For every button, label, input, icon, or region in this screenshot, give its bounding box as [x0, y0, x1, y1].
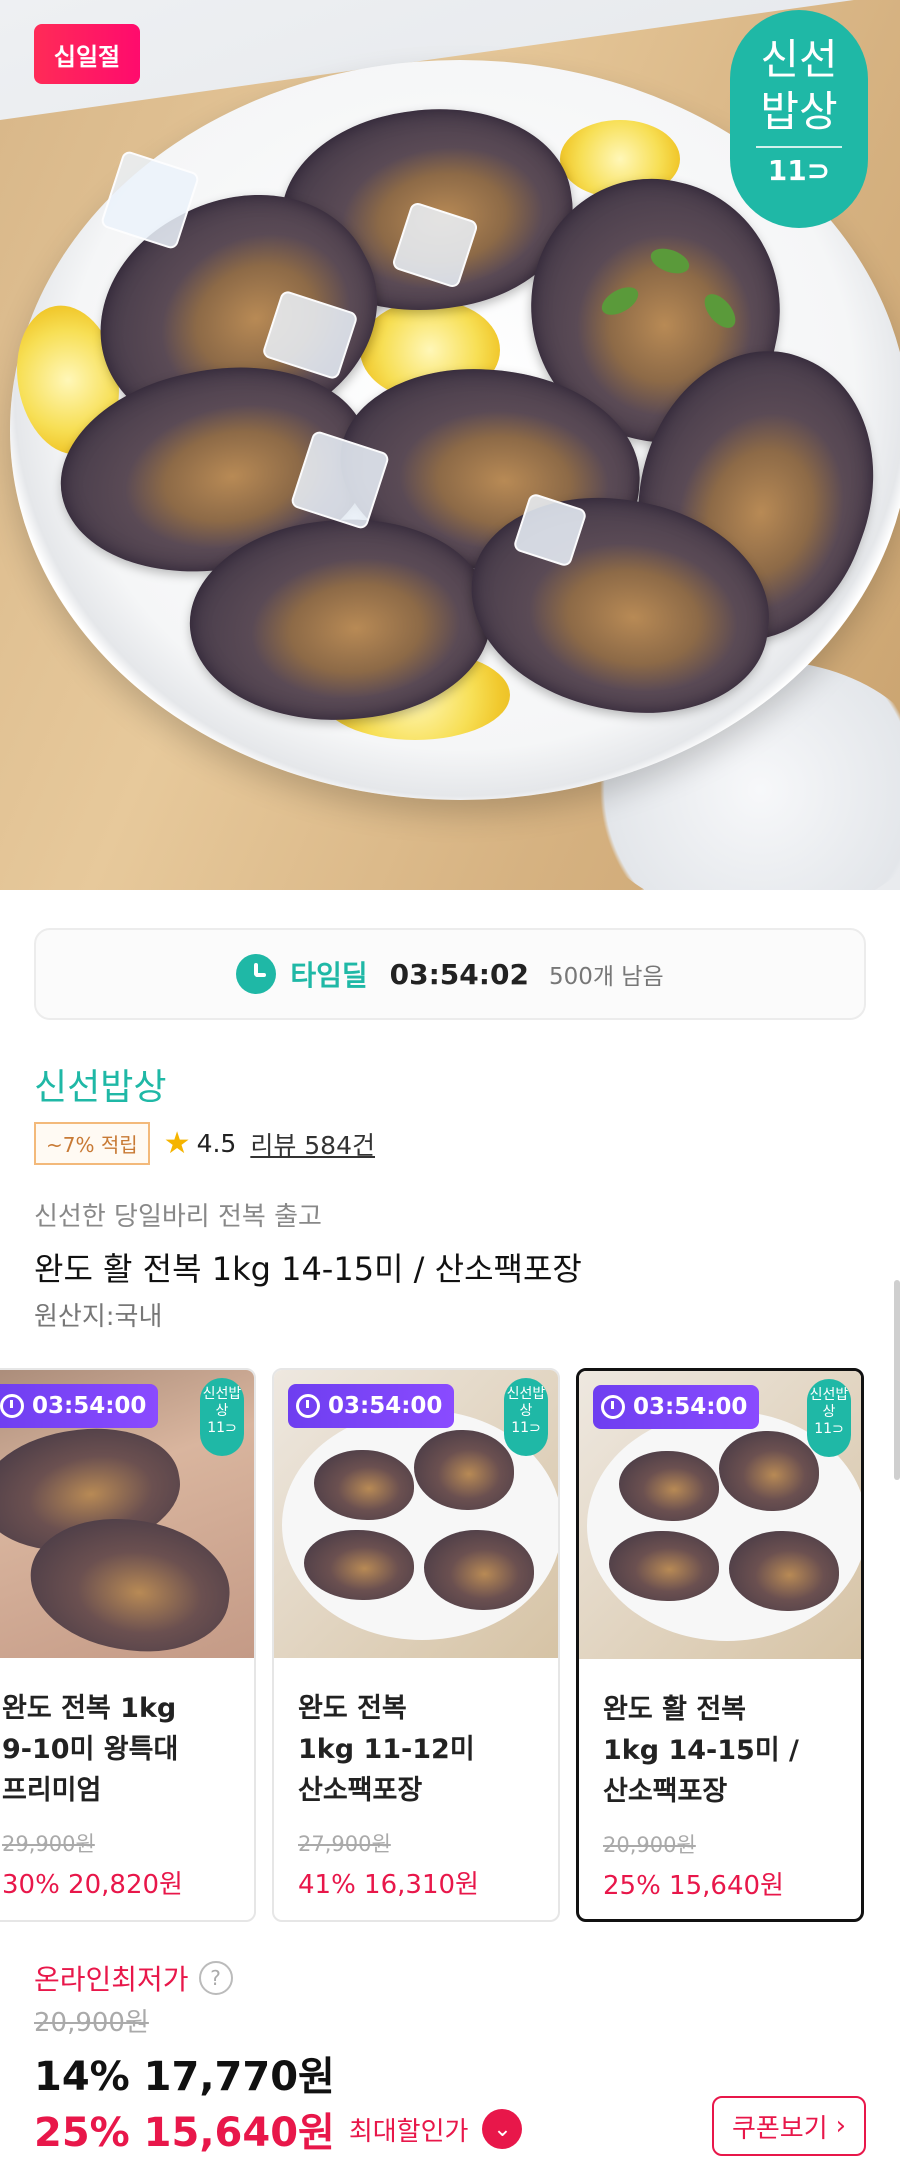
reviews-link[interactable]: 리뷰 584건: [250, 1126, 375, 1162]
lowest-price-row: 온라인최저가 ?: [34, 1958, 233, 1998]
product-hero-image[interactable]: 십일절 신선 밥상 11⊃: [0, 0, 900, 890]
option-original-price: 27,900원: [298, 1832, 391, 1856]
option-sale-price: 41% 16,310원: [298, 1870, 479, 1900]
chevron-down-icon[interactable]: ⌄: [482, 2109, 523, 2149]
mini-brand-label: 신선밥상: [202, 1386, 242, 1419]
option-original-price: 20,900원: [603, 1833, 696, 1857]
time-deal-countdown: 03:54:02: [389, 957, 529, 991]
option-original-price: 29,900원: [2, 1832, 95, 1856]
clock-icon: [0, 1394, 24, 1418]
product-subtitle: 신선한 당일바리 전복 출고: [34, 1202, 322, 1232]
points-badge: ~7% 적립: [34, 1122, 150, 1165]
option-timer-badge: 03:54:00: [288, 1384, 455, 1428]
lowest-price-label: 온라인최저가: [34, 1963, 189, 1996]
mini-brand-badge: 신선밥상 11⊃: [504, 1378, 548, 1456]
product-meta-row: ~7% 적립 ★ 4.5 리뷰 584건: [34, 1122, 375, 1165]
max-discount-label: 최대할인가: [348, 2116, 469, 2147]
original-price: 20,900원: [34, 2008, 149, 2038]
current-price: 14% 17,770원: [34, 2054, 335, 2100]
time-deal-label: 타임딜: [290, 959, 368, 992]
option-name-line: 산소팩포장: [298, 1775, 423, 1806]
product-title: 완도 활 전복 1kg 14-15미 / 산소팩포장: [34, 1250, 582, 1288]
mini-brand-badge: 신선밥상 11⊃: [807, 1379, 851, 1457]
option-card-selected[interactable]: 03:54:00 신선밥상 11⊃ 완도 활 전복 1kg 14-15미 / 산…: [576, 1368, 864, 1922]
sale-event-badge: 십일절: [34, 24, 140, 84]
clock-icon: [601, 1395, 625, 1419]
rating-value: 4.5: [196, 1129, 237, 1158]
mini-brand-badge: 신선밥상 11⊃: [200, 1378, 244, 1456]
eleven-logo-icon: 11⊃: [814, 1421, 844, 1437]
option-carousel[interactable]: 03:54:00 신선밥상 11⊃ 완도 전복 1kg 9-10미 왕특대 프리…: [0, 1368, 900, 1924]
option-timer: 03:54:00: [328, 1393, 443, 1419]
divider: [756, 146, 842, 148]
brand-badge-line1: 신선: [760, 35, 838, 84]
option-name: 완도 전복 1kg 11-12미 산소팩포장: [298, 1688, 548, 1811]
option-timer: 03:54:00: [633, 1394, 748, 1420]
max-discount-price: 25% 15,640원: [34, 2110, 335, 2156]
eleven-logo-icon: 11⊃: [511, 1420, 541, 1436]
eleven-logo-icon: 11⊃: [207, 1420, 237, 1436]
option-name-line: 1kg 11-12미: [298, 1734, 475, 1765]
coupon-button-label: 쿠폰보기: [731, 2113, 828, 2144]
option-sale-price: 25% 15,640원: [603, 1871, 784, 1901]
option-card[interactable]: 03:54:00 신선밥상 11⊃ 완도 전복 1kg 11-12미 산소팩포장…: [272, 1368, 560, 1922]
clock-icon: [296, 1394, 320, 1418]
option-name-line: 프리미엄: [2, 1775, 102, 1806]
option-timer: 03:54:00: [32, 1393, 147, 1419]
option-name-line: 완도 활 전복: [603, 1694, 746, 1725]
option-name-line: 완도 전복 1kg: [2, 1693, 177, 1724]
chevron-right-icon: ›: [835, 2111, 847, 2141]
time-deal-bar: 타임딜 03:54:02 500개 남음: [34, 928, 866, 1020]
max-discount-row[interactable]: 25% 15,640원 최대할인가 ⌄: [34, 2100, 523, 2158]
option-name-line: 완도 전복: [298, 1693, 407, 1724]
brand-badge: 신선 밥상 11⊃: [730, 10, 868, 228]
help-icon[interactable]: ?: [198, 1961, 233, 1995]
product-origin: 원산지:국내: [34, 1302, 163, 1332]
star-icon: ★: [163, 1126, 191, 1161]
option-name-line: 산소팩포장: [603, 1776, 728, 1807]
brand-badge-line2: 밥상: [760, 87, 838, 136]
option-timer-badge: 03:54:00: [593, 1385, 760, 1429]
option-sale-price: 30% 20,820원: [2, 1870, 183, 1900]
option-name: 완도 전복 1kg 9-10미 왕특대 프리미엄: [2, 1688, 252, 1811]
mini-brand-label: 신선밥상: [809, 1387, 849, 1420]
option-card[interactable]: 03:54:00 신선밥상 11⊃ 완도 전복 1kg 9-10미 왕특대 프리…: [0, 1368, 256, 1922]
option-name: 완도 활 전복 1kg 14-15미 / 산소팩포장: [603, 1689, 853, 1812]
eleven-logo-icon: 11⊃: [767, 154, 831, 187]
seller-name-link[interactable]: 신선밥상: [34, 1058, 166, 1110]
option-timer-badge: 03:54:00: [0, 1384, 159, 1428]
stock-remaining: 500개 남음: [548, 964, 664, 990]
option-name-line: 1kg 14-15미 /: [603, 1735, 799, 1766]
coupon-button[interactable]: 쿠폰보기 ›: [712, 2096, 866, 2156]
mini-brand-label: 신선밥상: [506, 1386, 546, 1419]
option-name-line: 9-10미 왕특대: [2, 1734, 179, 1765]
alarm-clock-icon: [236, 954, 277, 994]
